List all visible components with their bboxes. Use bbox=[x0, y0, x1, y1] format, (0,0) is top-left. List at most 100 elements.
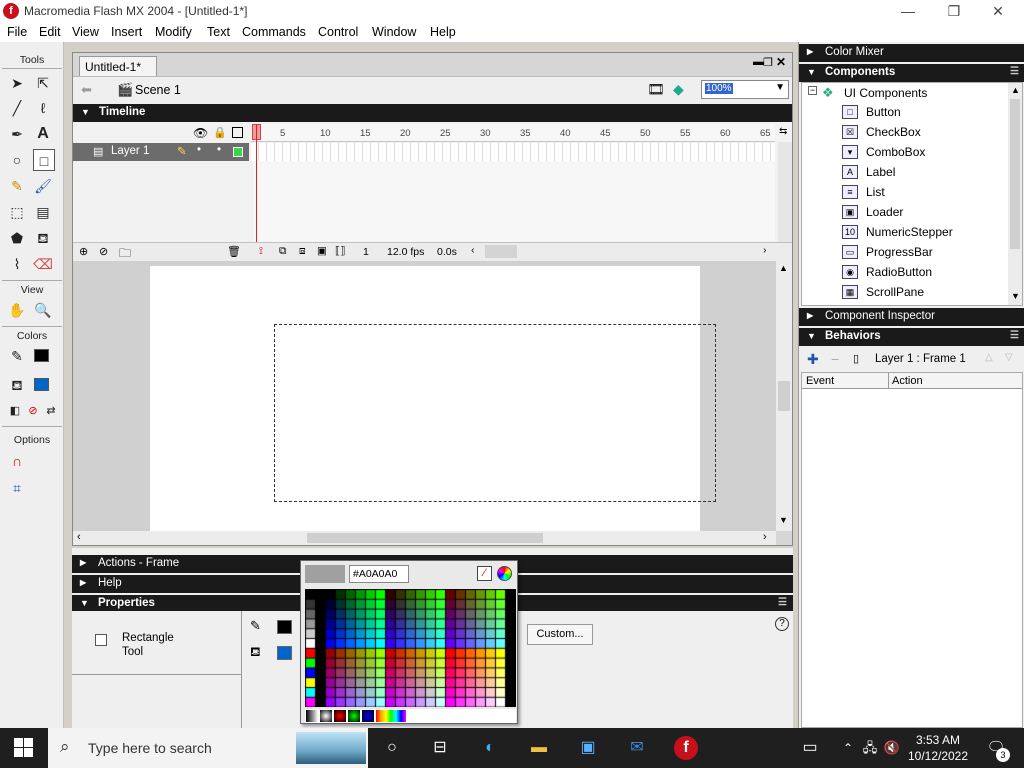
doc-close-icon[interactable]: ✕ bbox=[776, 55, 786, 69]
custom-button[interactable]: Custom... bbox=[527, 624, 593, 645]
layer-color-icon[interactable] bbox=[233, 147, 243, 157]
frame-grid[interactable] bbox=[251, 143, 775, 161]
lock-dot-icon[interactable]: • bbox=[217, 144, 221, 156]
add-guide-icon[interactable]: ⊘ bbox=[99, 245, 108, 258]
tree-collapse-icon[interactable]: − bbox=[808, 86, 817, 95]
snap-magnet-icon[interactable]: ∩ bbox=[6, 450, 28, 472]
add-behavior-icon[interactable]: ✚ bbox=[807, 351, 819, 368]
color-mixer-header[interactable]: ▶ Color Mixer bbox=[799, 44, 1024, 62]
color-wheel-icon[interactable] bbox=[497, 566, 512, 581]
menu-control[interactable]: Control bbox=[318, 25, 358, 39]
component-item-loader[interactable]: Loader bbox=[866, 205, 903, 219]
rectangle-marquee[interactable] bbox=[274, 324, 716, 502]
move-down-icon[interactable]: ▽ bbox=[1005, 352, 1013, 363]
behaviors-header[interactable]: ▼ Behaviors ☰ bbox=[799, 328, 1024, 346]
add-layer-icon[interactable]: ⊕ bbox=[79, 245, 88, 258]
paint-bucket-tool-icon[interactable]: ⛾ bbox=[32, 227, 54, 249]
eyedropper-tool-icon[interactable]: ⌇ bbox=[6, 253, 28, 275]
windows-start-icon[interactable] bbox=[14, 738, 34, 758]
gradient-swatches[interactable] bbox=[305, 709, 516, 723]
subselect-tool-icon[interactable]: ⇱ bbox=[32, 72, 54, 94]
swatch-grid[interactable] bbox=[305, 589, 516, 707]
widgets-icon[interactable]: ⊟ bbox=[428, 736, 452, 760]
component-item-combobox[interactable]: ComboBox bbox=[866, 145, 925, 159]
trash-icon[interactable]: 🗑 bbox=[227, 245, 241, 258]
scroll-left-icon[interactable]: ‹ bbox=[471, 244, 475, 256]
menu-edit[interactable]: Edit bbox=[39, 25, 61, 39]
onion-skin-icon[interactable]: ⧉ bbox=[279, 245, 287, 258]
component-item-scrollpane[interactable]: ScrollPane bbox=[866, 285, 924, 299]
component-item-numericstepper[interactable]: NumericStepper bbox=[866, 225, 953, 239]
pencil-tool-icon[interactable]: ✎ bbox=[6, 175, 28, 197]
timeline-hscroll-thumb[interactable] bbox=[485, 245, 517, 258]
event-column-header[interactable]: Event bbox=[806, 375, 834, 387]
back-arrow-icon[interactable]: ⬅ bbox=[81, 82, 92, 98]
edge-browser-icon[interactable]: ◐ bbox=[478, 736, 502, 760]
component-inspector-header[interactable]: ▶ Component Inspector bbox=[799, 308, 1024, 326]
components-header[interactable]: ▼ Components ☰ bbox=[799, 64, 1024, 82]
edit-multiple-icon[interactable]: ▣ bbox=[317, 245, 327, 257]
visibility-dot-icon[interactable]: • bbox=[197, 144, 201, 156]
center-frame-icon[interactable]: ⟟ bbox=[259, 245, 263, 258]
component-item-progressbar[interactable]: ProgressBar bbox=[866, 245, 933, 259]
move-up-icon[interactable]: △ bbox=[985, 352, 993, 363]
outline-icon[interactable] bbox=[232, 127, 243, 138]
free-transform-tool-icon[interactable]: ⬚ bbox=[6, 201, 28, 223]
zoom-select[interactable]: 100% ▼ bbox=[701, 80, 789, 99]
stroke-color-swatch[interactable] bbox=[34, 349, 49, 362]
timeline-vscroll[interactable] bbox=[778, 142, 792, 242]
timeline-menu-icon[interactable]: ⇆ bbox=[779, 126, 787, 137]
line-tool-icon[interactable]: ╱ bbox=[6, 97, 28, 119]
components-scrollbar[interactable]: ▲ ▼ bbox=[1008, 83, 1022, 305]
component-item-list[interactable]: List bbox=[866, 185, 885, 199]
lasso-tool-icon[interactable]: ℓ bbox=[32, 97, 54, 119]
hex-input[interactable]: #A0A0A0 bbox=[349, 565, 409, 583]
fill-color-swatch[interactable] bbox=[277, 646, 292, 660]
store-icon[interactable]: ▣ bbox=[576, 736, 600, 760]
component-item-button[interactable]: Button bbox=[866, 105, 901, 119]
swap-colors-icon[interactable]: ⇄ bbox=[40, 400, 62, 422]
zoom-tool-icon[interactable]: 🔍 bbox=[32, 299, 54, 321]
stage-vscroll[interactable]: ▲ ▼ bbox=[776, 261, 792, 531]
ink-bottle-tool-icon[interactable]: ⬟ bbox=[6, 227, 28, 249]
brush-tool-icon[interactable]: 🖌 bbox=[32, 175, 54, 197]
desktop-icon[interactable]: ▭ bbox=[798, 736, 822, 760]
component-item-label[interactable]: Label bbox=[866, 165, 895, 179]
close-button[interactable]: ✕ bbox=[976, 2, 1020, 20]
pen-tool-icon[interactable]: ✒ bbox=[6, 123, 28, 145]
clock[interactable]: 3:53 AM 10/12/2022 bbox=[902, 732, 974, 764]
help-icon[interactable]: ? bbox=[775, 617, 789, 631]
menu-file[interactable]: File bbox=[7, 25, 27, 39]
flash-taskbar-icon[interactable]: f bbox=[674, 736, 698, 760]
edit-symbols-icon[interactable]: ◆ bbox=[673, 81, 684, 98]
hand-tool-icon[interactable]: ✋ bbox=[6, 299, 28, 321]
chevron-up-icon[interactable]: ⌃ bbox=[836, 736, 860, 760]
menu-text[interactable]: Text bbox=[207, 25, 230, 39]
lock-icon[interactable]: 🔒 bbox=[213, 126, 227, 139]
network-icon[interactable]: 🖧 bbox=[858, 736, 882, 760]
menu-modify[interactable]: Modify bbox=[155, 25, 192, 39]
mail-icon[interactable]: ✉ bbox=[625, 736, 649, 760]
menu-window[interactable]: Window bbox=[372, 25, 416, 39]
frame-ruler[interactable]: 5 10 15 20 25 30 35 40 45 50 55 60 65 bbox=[251, 124, 775, 142]
timeline-header[interactable]: ▼ Timeline bbox=[73, 104, 792, 122]
no-color-icon[interactable]: ⁄ bbox=[477, 566, 492, 581]
stage-hscroll[interactable]: ‹ › bbox=[73, 531, 776, 545]
action-column-header[interactable]: Action bbox=[892, 375, 923, 387]
oval-tool-icon[interactable]: ○ bbox=[6, 149, 28, 171]
minimize-button[interactable]: — bbox=[886, 2, 930, 20]
text-tool-icon[interactable]: A bbox=[32, 123, 54, 145]
round-rect-icon[interactable]: ⌗ bbox=[6, 477, 28, 499]
menu-commands[interactable]: Commands bbox=[242, 25, 306, 39]
task-view-icon[interactable]: ○ bbox=[380, 736, 404, 760]
rectangle-tool-icon[interactable]: □ bbox=[33, 149, 55, 171]
component-item-checkbox[interactable]: CheckBox bbox=[866, 125, 921, 139]
fill-transform-tool-icon[interactable]: ▤ bbox=[32, 201, 54, 223]
arrow-tool-icon[interactable]: ➤ bbox=[6, 72, 28, 94]
file-explorer-icon[interactable]: ▬ bbox=[527, 736, 551, 760]
eraser-tool-icon[interactable]: ⌫ bbox=[32, 253, 54, 275]
layer-row[interactable]: ▤ Layer 1 ✎ • • bbox=[73, 143, 249, 161]
eye-icon[interactable]: 👁 bbox=[193, 126, 208, 140]
scroll-right-icon[interactable]: › bbox=[763, 244, 767, 256]
stage[interactable] bbox=[150, 266, 716, 531]
